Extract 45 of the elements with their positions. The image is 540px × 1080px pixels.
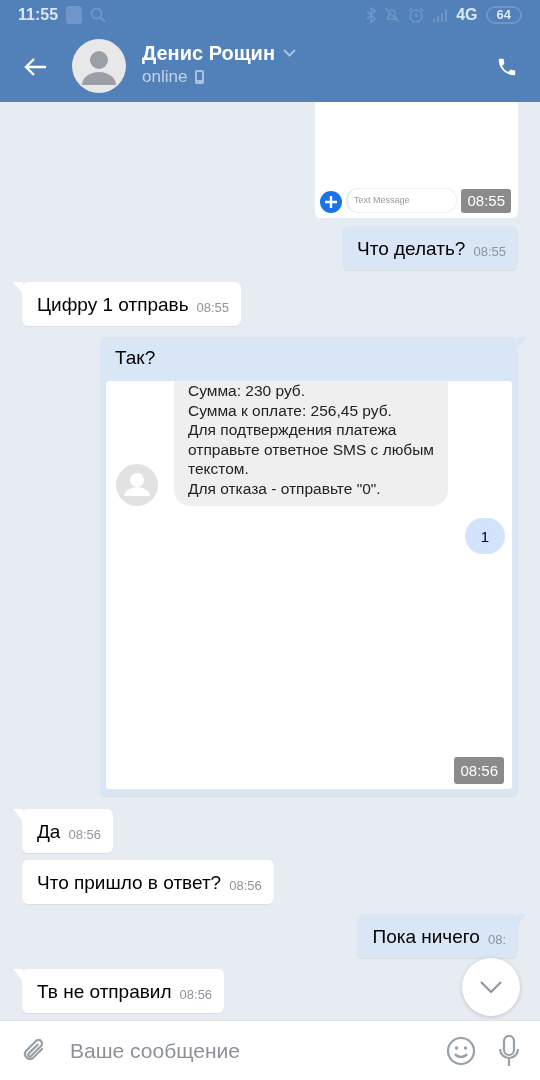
message-text: Да <box>37 820 61 844</box>
mobile-icon <box>195 70 205 84</box>
message-field[interactable]: Ваше сообщение <box>70 1034 424 1067</box>
message-time: 08:56 <box>179 986 213 1004</box>
chevron-down-icon <box>480 981 502 993</box>
contact-name[interactable]: Денис Рощин <box>142 42 275 65</box>
message-time: 08: <box>487 931 506 949</box>
sms-line: Сумма к оплате: 256,45 руб. <box>188 400 393 420</box>
message-text: Тв не отправил <box>37 980 172 1004</box>
message-time: 08:56 <box>68 826 101 844</box>
sms-line: Для отказа - отправьте "0". <box>188 478 382 498</box>
battery-level: 64 <box>485 6 522 24</box>
message-text: Цифру 1 отправь <box>37 293 189 317</box>
time-badge: 08:55 <box>461 188 511 213</box>
text-message-field: Text Message <box>346 187 458 213</box>
online-status: online <box>142 66 188 89</box>
sms-line: Сумма: 230 руб. <box>188 381 307 401</box>
chevron-down-icon[interactable] <box>283 49 296 58</box>
network-label: 4G <box>456 5 478 25</box>
message-composer[interactable]: Ваше сообщение <box>0 1020 540 1080</box>
alarm-icon <box>408 7 425 23</box>
add-icon <box>320 191 342 213</box>
message-time: 08:55 <box>473 243 506 261</box>
scroll-down-button[interactable] <box>462 958 520 1016</box>
sms-line: отправьте ответное SMS с любым <box>188 439 434 459</box>
message-text: Что пришло в ответ? <box>37 871 222 895</box>
status-time: 11:55 <box>18 5 59 25</box>
message-time: 08:56 <box>229 877 262 895</box>
message-text: Что делать? <box>357 237 466 261</box>
emoji-icon[interactable] <box>446 1035 476 1066</box>
bell-off-icon <box>384 7 401 23</box>
contact-avatar-icon <box>116 464 158 506</box>
search-icon <box>90 7 107 23</box>
microphone-icon[interactable] <box>498 1034 520 1067</box>
sms-line: Для подтверждения платежа <box>188 420 398 440</box>
time-badge: 08:56 <box>454 757 504 784</box>
notification-icon <box>66 6 83 24</box>
message-time: 08:55 <box>196 299 230 317</box>
message-text: Так? <box>114 347 157 370</box>
signal-icon <box>432 8 449 22</box>
message-text: Пока ничего <box>372 925 480 949</box>
avatar[interactable] <box>72 39 126 93</box>
reply-bubble: 1 <box>465 518 505 554</box>
sms-line: текстом. <box>188 459 250 479</box>
bluetooth-icon <box>366 7 377 23</box>
